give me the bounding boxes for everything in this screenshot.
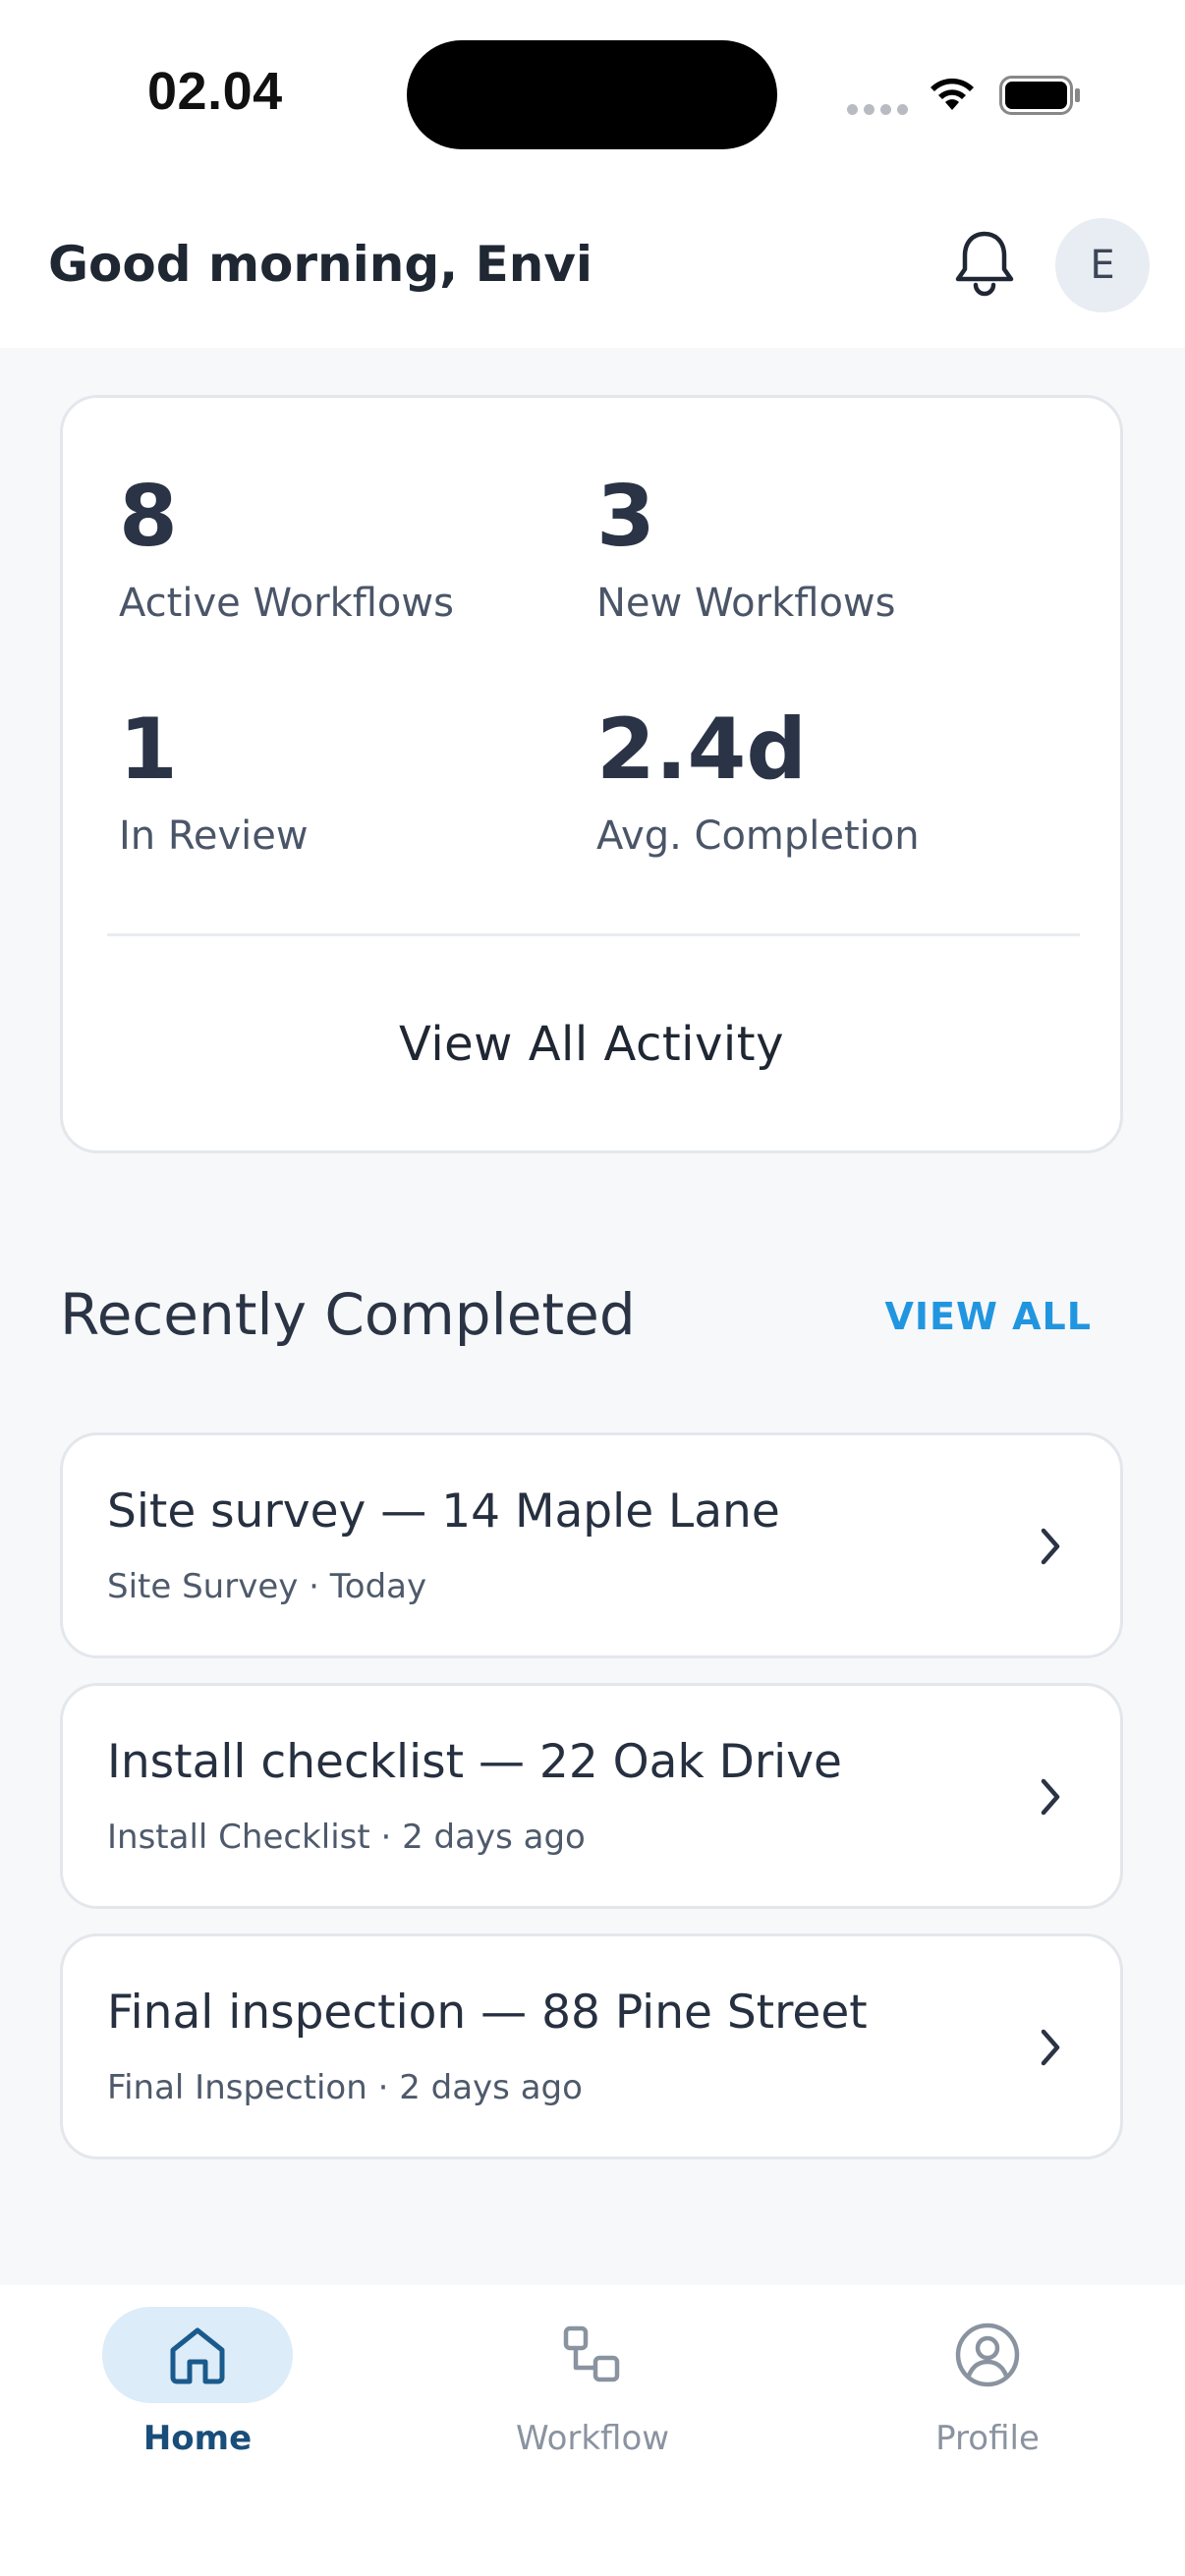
stats-card: 8 Active Workflows 3 New Workflows 1 In … <box>60 395 1123 1153</box>
nav-label: Home <box>142 2419 253 2458</box>
nav-item-home[interactable]: Home <box>70 2307 325 2474</box>
stat-value: 1 <box>119 700 178 799</box>
chevron-right-icon <box>1041 1528 1060 1565</box>
notifications-button[interactable] <box>945 224 1024 303</box>
item-title: Final inspection — 88 Pine Street <box>107 1986 868 2040</box>
section-title: Recently Completed <box>60 1281 636 1348</box>
stat-label: New Workflows <box>596 581 896 626</box>
item-meta: Site Survey · Today <box>107 1567 427 1606</box>
chevron-right-icon <box>1041 1778 1060 1816</box>
list-item[interactable]: Site survey — 14 Maple Lane Site Survey … <box>60 1432 1123 1658</box>
stat-new-workflows: 3 New Workflows <box>596 475 895 626</box>
nav-item-profile[interactable]: Profile <box>860 2307 1115 2474</box>
home-icon <box>170 2327 225 2384</box>
profile-icon <box>955 2323 1020 2387</box>
nav-icon-pill <box>102 2307 293 2403</box>
app-header: Good morning, Envi E <box>0 196 1185 348</box>
cellular-signal-icon <box>847 104 908 115</box>
chevron-right-icon <box>1041 2029 1060 2066</box>
greeting-title: Good morning, Envi <box>48 236 593 293</box>
dynamic-island <box>407 40 777 149</box>
stat-value: 8 <box>119 468 178 566</box>
stat-in-review: 1 In Review <box>119 707 309 859</box>
nav-icon-pill <box>892 2307 1083 2403</box>
stat-value: 2.4d <box>596 700 807 799</box>
nav-item-workflow[interactable]: Workflow <box>465 2307 720 2474</box>
nav-label: Workflow <box>515 2419 670 2458</box>
main-content: 8 Active Workflows 3 New Workflows 1 In … <box>0 348 1185 2285</box>
list-item[interactable]: Install checklist — 22 Oak Drive Install… <box>60 1683 1123 1909</box>
status-bar: 02.04 <box>0 0 1185 196</box>
bell-icon <box>955 231 1014 297</box>
view-all-activity-button[interactable]: View All Activity <box>63 936 1120 1152</box>
item-title: Site survey — 14 Maple Lane <box>107 1484 780 1539</box>
stat-label: Active Workflows <box>119 581 454 626</box>
stat-active-workflows: 8 Active Workflows <box>119 475 454 626</box>
item-meta: Final Inspection · 2 days ago <box>107 2068 583 2107</box>
item-title: Install checklist — 22 Oak Drive <box>107 1735 842 1789</box>
avatar[interactable]: E <box>1055 218 1150 312</box>
view-all-link[interactable]: VIEW ALL <box>885 1295 1093 1338</box>
stat-avg-completion: 2.4d Avg. Completion <box>596 707 920 859</box>
workflow-icon <box>563 2325 620 2382</box>
item-meta: Install Checklist · 2 days ago <box>107 1818 586 1857</box>
wifi-icon <box>931 78 974 110</box>
nav-icon-pill <box>497 2307 688 2403</box>
stat-value: 3 <box>596 468 655 566</box>
battery-icon <box>999 76 1080 115</box>
stat-label: Avg. Completion <box>596 813 920 859</box>
status-time: 02.04 <box>147 62 283 121</box>
nav-label: Profile <box>935 2419 1040 2458</box>
list-item[interactable]: Final inspection — 88 Pine Street Final … <box>60 1933 1123 2159</box>
recently-completed-header: Recently Completed VIEW ALL <box>60 1281 1123 1360</box>
stat-label: In Review <box>119 813 309 859</box>
bottom-nav: Home Workflow Profile <box>0 2285 1185 2576</box>
